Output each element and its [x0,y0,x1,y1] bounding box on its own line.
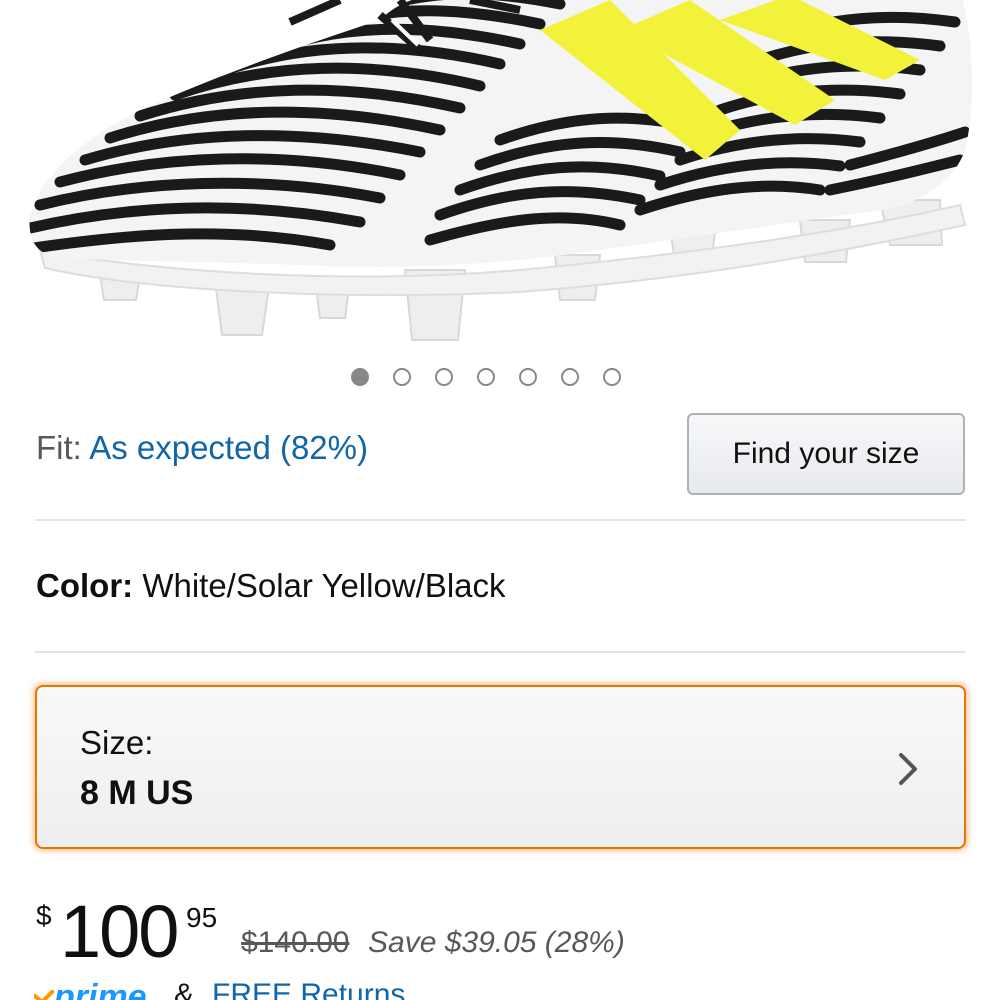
price-fraction: 95 [186,902,218,933]
price-whole: 100 [60,890,179,973]
size-value: 8 M US [80,774,194,812]
size-label: Size: [80,724,154,761]
carousel-dot-5[interactable] [519,368,537,386]
carousel-dot-4[interactable] [477,368,495,386]
ampersand-text: & [174,978,195,1000]
color-label: Color: [36,567,134,604]
carousel-dot-6[interactable] [561,368,579,386]
product-image[interactable] [0,0,1000,345]
divider [35,519,966,521]
savings-text: Save $39.05 (28%) [368,926,625,959]
product-detail-page: Fit: As expected (82%) Find your size Co… [0,0,1000,1000]
chevron-right-icon [899,753,917,785]
list-price: $140.00 [241,926,350,959]
color-info: Color: White/Solar Yellow/Black [36,566,506,606]
carousel-dot-7[interactable] [603,368,621,386]
soccer-cleat-image [0,0,1000,345]
free-returns-link[interactable]: FREE Returns [212,978,405,1000]
find-your-size-button[interactable]: Find your size [687,413,965,495]
fit-info: Fit: As expected (82%) [36,428,368,468]
color-value: White/Solar Yellow/Black [142,567,506,604]
prime-logo: prime [54,978,147,1000]
prime-check-icon [34,990,54,1000]
image-carousel-dots [351,366,621,388]
price-currency-symbol: $ [36,900,52,931]
carousel-dot-1[interactable] [351,368,369,386]
divider [35,651,966,653]
carousel-dot-3[interactable] [435,368,453,386]
carousel-dot-2[interactable] [393,368,411,386]
fit-value-link[interactable]: As expected (82%) [89,429,368,466]
size-selector[interactable]: Size: 8 M US [35,685,966,849]
fit-label: Fit: [36,429,82,466]
